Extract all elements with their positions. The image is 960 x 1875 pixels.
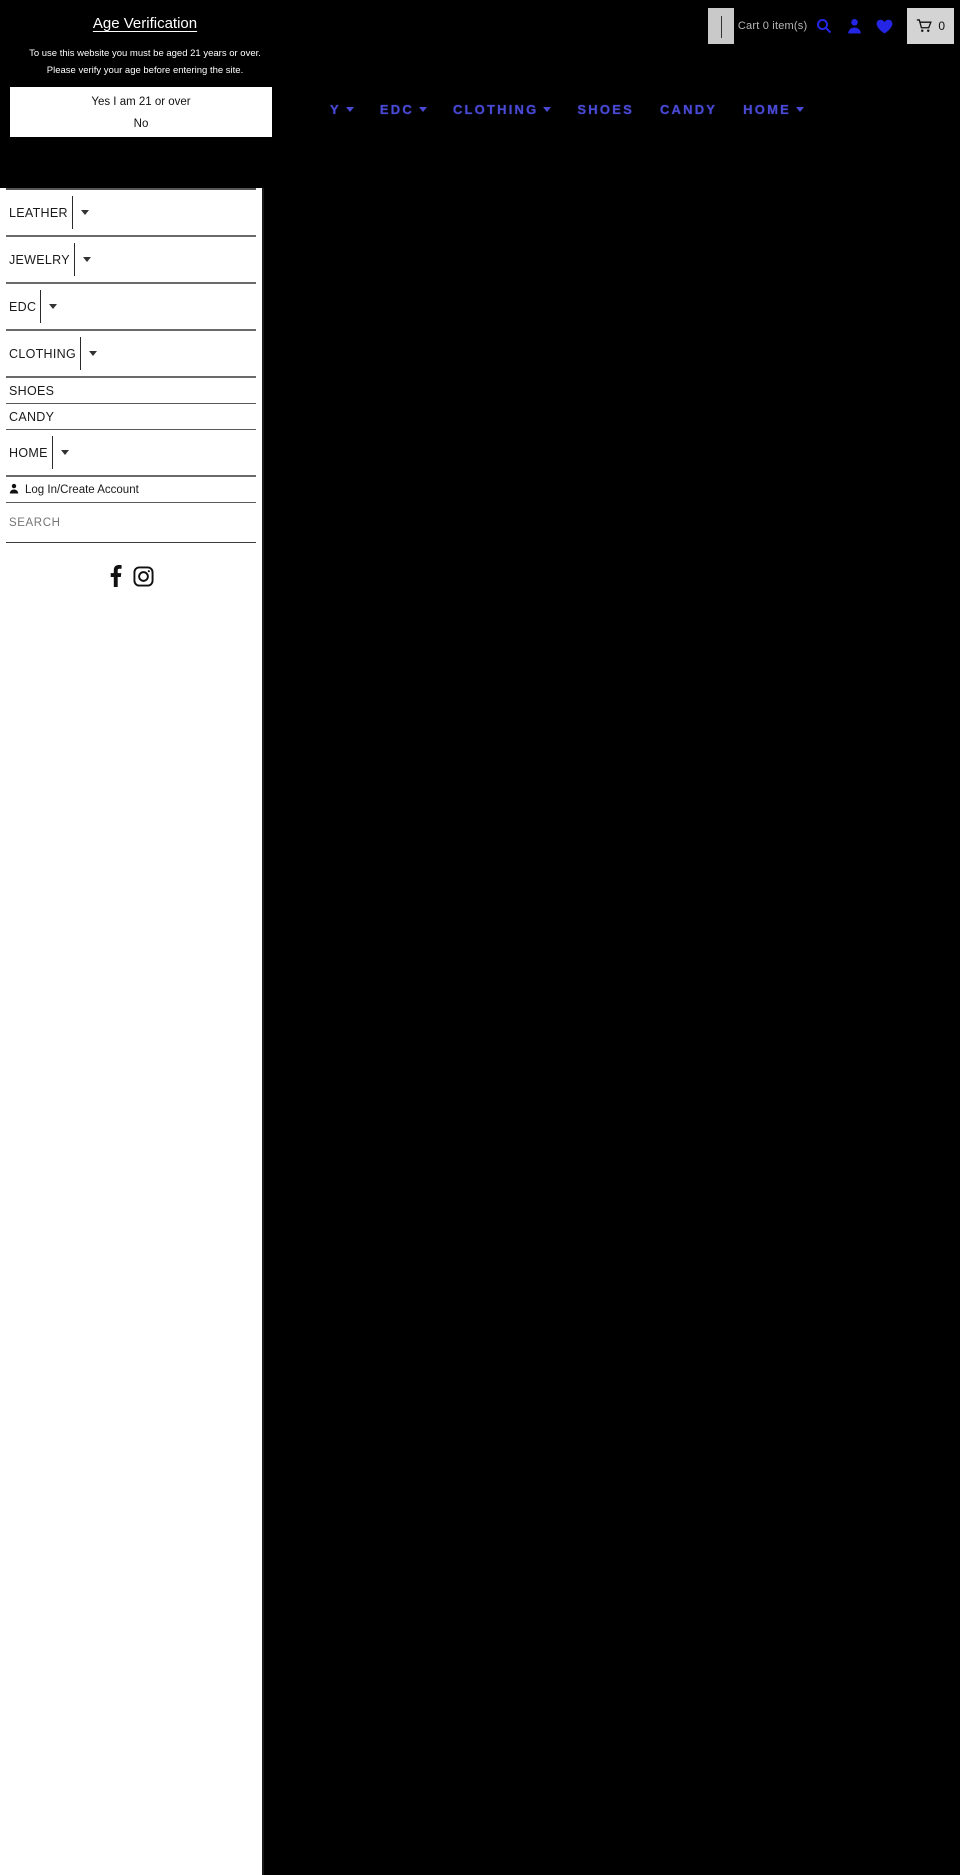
search-icon[interactable] [809,9,839,43]
nav-label: CANDY [659,101,718,117]
nav-label: CLOTHING [452,101,539,117]
sidebar-item-label: JEWELRY [9,252,70,267]
page-root: Cart 0 item(s) 0 Y EDC CLOTHING SHOES CA… [0,0,960,1875]
account-label: Log In/Create Account [25,483,139,496]
age-confirm-button[interactable]: Yes I am 21 or over [10,91,272,113]
nav-label: EDC [379,101,414,117]
account-icon [9,481,19,499]
nav-label: SHOES [577,101,634,117]
header-actions: Cart 0 item(s) 0 [707,8,954,44]
age-verification-modal: Age Verification To use this website you… [0,0,290,180]
nav-label: Y [330,101,341,117]
chevron-down-icon [543,106,552,112]
chevron-down-icon[interactable] [60,450,69,455]
chevron-down-icon[interactable] [89,351,97,356]
chevron-down-icon[interactable] [82,257,91,262]
divider [80,337,81,370]
nav-item-shoes[interactable]: SHOES [577,102,634,117]
chevron-down-icon[interactable] [49,304,58,309]
nav-item-clothing[interactable]: CLOTHING [452,101,552,117]
nav-item-edc[interactable]: EDC [380,102,427,117]
divider [73,243,75,276]
sidebar-item-edc[interactable]: EDC [6,284,256,331]
account-icon[interactable] [839,9,869,43]
chevron-down-icon [418,106,427,112]
nav-item-home[interactable]: HOME [743,102,804,117]
chevron-down-icon [795,106,804,112]
age-verification-description: To use this website you must be aged 21 … [29,48,261,76]
mobile-menu-drawer: LEATHER JEWELRY EDC CLOTHING SHOES CANDY… [0,188,264,1875]
divider [71,196,73,229]
text-caret [720,16,722,38]
header-search-input[interactable] [707,8,734,44]
sidebar-item-label: EDC [9,299,37,314]
sidebar-item-label: LEATHER [9,205,68,220]
nav-item-candy[interactable]: CANDY [660,102,717,117]
sidebar-item-label: CLOTHING [9,346,76,361]
sidebar-item-label: HOME [9,445,48,460]
age-decline-button[interactable]: No [10,113,272,135]
cart-button[interactable]: 0 [907,8,954,44]
sidebar-item-home[interactable]: HOME [6,430,256,477]
sidebar-item-leather[interactable]: LEATHER [6,190,256,237]
age-verification-title: Age Verification [92,15,198,32]
cart-summary-text: Cart 0 item(s) [737,20,808,32]
sidebar-item-account[interactable]: Log In/Create Account [6,477,256,503]
sidebar-search-row[interactable] [6,503,256,543]
nav-item-y[interactable]: Y [330,102,354,117]
main-navigation: Y EDC CLOTHING SHOES CANDY HOME [330,98,804,120]
cart-count: 0 [938,19,945,33]
nav-label: HOME [743,101,791,117]
sidebar-item-candy[interactable]: CANDY [6,404,256,430]
age-verification-actions: Yes I am 21 or over No [10,87,272,137]
chevron-down-icon[interactable] [80,210,89,215]
sidebar-item-clothing[interactable]: CLOTHING [6,331,256,378]
chevron-down-icon [345,106,354,112]
sidebar-item-label: SHOES [9,383,55,398]
instagram-icon[interactable] [133,565,154,587]
sidebar-item-shoes[interactable]: SHOES [6,378,256,404]
divider [51,436,53,469]
search-input[interactable] [9,516,253,529]
heart-icon[interactable] [869,9,899,43]
sidebar-item-jewelry[interactable]: JEWELRY [6,237,256,284]
social-links [6,543,256,587]
divider [40,290,42,323]
facebook-icon[interactable] [108,565,123,587]
sidebar-item-label: CANDY [9,409,55,424]
